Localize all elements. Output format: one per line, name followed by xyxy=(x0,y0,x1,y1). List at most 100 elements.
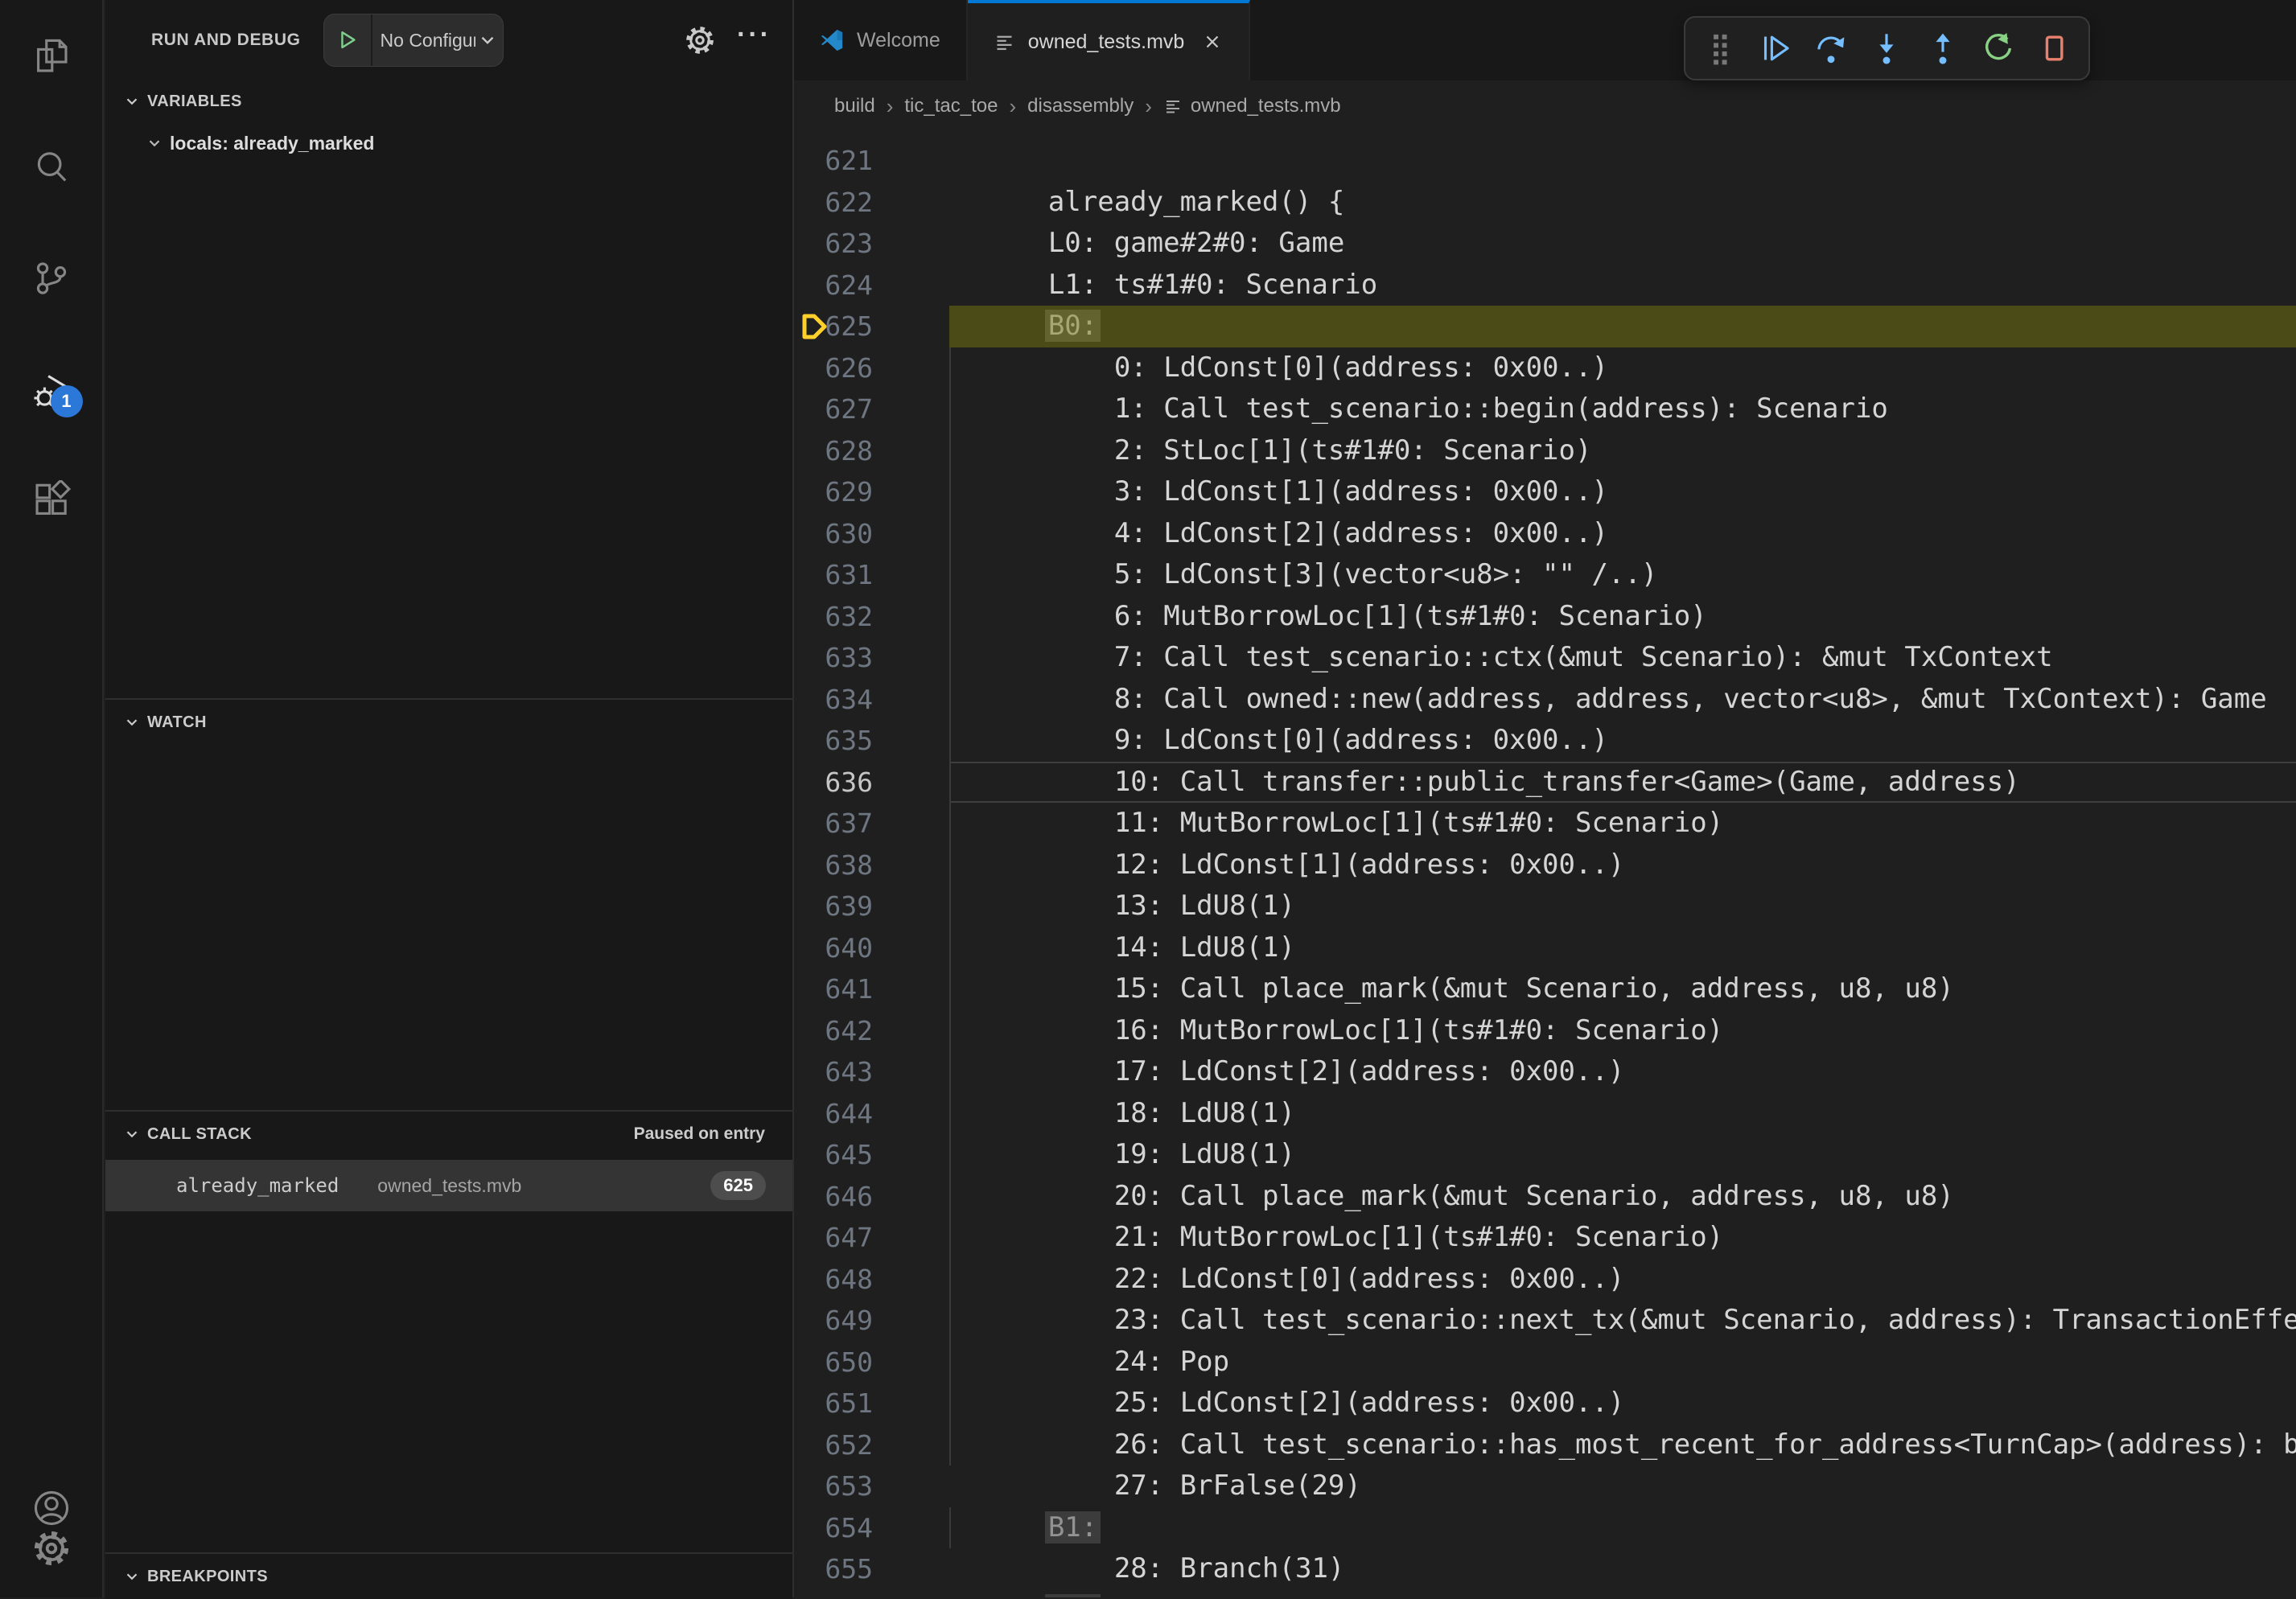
search-icon[interactable] xyxy=(31,147,72,187)
step-into-icon[interactable] xyxy=(1868,30,1905,67)
code-line[interactable]: 643 18: LdU8(1) xyxy=(794,1051,2296,1093)
code-line[interactable]: 632 7: Call test_scenario::ctx(&mut Scen… xyxy=(794,596,2296,638)
breakpoint-gutter[interactable]: 645 xyxy=(794,1134,949,1176)
step-out-icon[interactable] xyxy=(1924,30,1961,67)
restart-icon[interactable] xyxy=(1980,30,2017,67)
breakpoint-gutter[interactable]: 629 xyxy=(794,471,949,513)
code-line[interactable]: 650 25: LdConst[2](address: 0x00..) xyxy=(794,1342,2296,1383)
code-line[interactable]: 651 26: Call test_scenario::has_most_rec… xyxy=(794,1383,2296,1424)
accounts-icon[interactable] xyxy=(31,1488,72,1528)
code-line[interactable]: 629 4: LdConst[2](address: 0x00..) xyxy=(794,471,2296,513)
breakpoint-gutter[interactable]: 647 xyxy=(794,1217,949,1259)
breadcrumb-item[interactable]: tic_tac_toe xyxy=(904,95,998,117)
breakpoint-gutter[interactable]: 641 xyxy=(794,968,949,1010)
code-line[interactable]: 631 6: MutBorrowLoc[1](ts#1#0: Scenario) xyxy=(794,554,2296,596)
code-line[interactable]: 647 22: LdConst[0](address: 0x00..) xyxy=(794,1217,2296,1259)
toolbar-drag-handle-icon[interactable] xyxy=(1701,30,1738,67)
more-actions-icon[interactable]: ··· xyxy=(737,27,772,54)
code-line[interactable]: 624 B0: xyxy=(794,265,2296,306)
breakpoints-section-header[interactable]: BREAKPOINTS xyxy=(105,1554,792,1599)
locals-scope-row[interactable]: locals: already_marked xyxy=(105,122,792,164)
breakpoint-gutter[interactable]: 640 xyxy=(794,927,949,969)
code-line[interactable]: 633 8: Call owned::new(address, address,… xyxy=(794,637,2296,679)
code-line[interactable]: 625 0: LdConst[0](address: 0x00..) xyxy=(794,306,2296,347)
code-line[interactable]: 649 24: Pop xyxy=(794,1300,2296,1342)
breakpoint-gutter[interactable]: 650 xyxy=(794,1342,949,1383)
breakpoint-gutter[interactable]: 635 xyxy=(794,720,949,762)
code-line[interactable]: 642 17: LdConst[2](address: 0x00..) xyxy=(794,1010,2296,1052)
code-line[interactable]: 653 B1: xyxy=(794,1465,2296,1507)
code-line[interactable]: 630 5: LdConst[3](vector<u8>: "" /..) xyxy=(794,513,2296,555)
code-line[interactable]: 634 9: LdConst[0](address: 0x00..) xyxy=(794,679,2296,721)
continue-icon[interactable] xyxy=(1757,30,1794,67)
breakpoint-gutter[interactable]: 632 xyxy=(794,596,949,638)
breakpoint-gutter[interactable]: 638 xyxy=(794,845,949,886)
start-debug-icon[interactable] xyxy=(324,14,372,66)
breakpoint-gutter[interactable]: 652 xyxy=(794,1424,949,1466)
breadcrumb-item[interactable]: build xyxy=(834,95,875,117)
variables-section-header[interactable]: VARIABLES xyxy=(105,80,792,122)
code-line[interactable]: 622 L0: game#2#0: Game xyxy=(794,182,2296,224)
breakpoint-gutter[interactable]: 637 xyxy=(794,803,949,845)
settings-gear-icon[interactable] xyxy=(31,1528,72,1568)
debug-config-dropdown[interactable]: No Configura xyxy=(323,14,504,67)
code-line[interactable]: 639 14: LdU8(1) xyxy=(794,886,2296,927)
debug-settings-gear-icon[interactable] xyxy=(684,24,716,56)
breakpoint-gutter[interactable]: 642 xyxy=(794,1010,949,1052)
breakpoint-gutter[interactable]: 627 xyxy=(794,388,949,430)
watch-section-header[interactable]: WATCH xyxy=(105,700,792,745)
code-line[interactable]: 636 11: MutBorrowLoc[1](ts#1#0: Scenario… xyxy=(794,762,2296,804)
step-over-icon[interactable] xyxy=(1813,30,1850,67)
breakpoint-gutter[interactable]: 636 xyxy=(794,762,949,804)
code-line[interactable]: 640 15: Call place_mark(&mut Scenario, a… xyxy=(794,927,2296,969)
breadcrumb-item-file[interactable]: owned_tests.mvb xyxy=(1163,95,1341,117)
breakpoint-gutter[interactable]: 643 xyxy=(794,1051,949,1093)
breakpoint-gutter[interactable]: 630 xyxy=(794,513,949,555)
breakpoint-gutter[interactable]: 621 xyxy=(794,140,949,182)
breakpoint-gutter[interactable]: 624 xyxy=(794,265,949,306)
code-line[interactable]: 623 L1: ts#1#0: Scenario xyxy=(794,223,2296,265)
breakpoint-gutter[interactable]: 649 xyxy=(794,1300,949,1342)
tab-owned-tests[interactable]: owned_tests.mvb xyxy=(968,0,1251,80)
breakpoint-gutter[interactable]: 623 xyxy=(794,223,949,265)
breakpoint-gutter[interactable]: 654 xyxy=(794,1507,949,1549)
code-line[interactable]: 645 20: Call place_mark(&mut Scenario, a… xyxy=(794,1134,2296,1176)
call-stack-section-header[interactable]: CALL STACK Paused on entry xyxy=(105,1112,792,1157)
code-line[interactable]: 654 28: Branch(31) xyxy=(794,1507,2296,1549)
code-line[interactable]: 637 12: LdConst[1](address: 0x00..) xyxy=(794,803,2296,845)
breadcrumb-item[interactable]: disassembly xyxy=(1027,95,1134,117)
breakpoint-gutter[interactable]: 631 xyxy=(794,554,949,596)
code-line[interactable]: 626 1: Call test_scenario::begin(address… xyxy=(794,347,2296,389)
breakpoint-gutter[interactable]: 622 xyxy=(794,182,949,224)
code-line[interactable]: 621 already_marked() { xyxy=(794,140,2296,182)
code-line[interactable]: 641 16: MutBorrowLoc[1](ts#1#0: Scenario… xyxy=(794,968,2296,1010)
stop-icon[interactable] xyxy=(2035,30,2072,67)
breakpoint-gutter[interactable]: 633 xyxy=(794,637,949,679)
call-stack-frame-row[interactable]: already_marked owned_tests.mvb 625 xyxy=(105,1160,792,1211)
breakpoint-gutter[interactable]: 639 xyxy=(794,886,949,927)
code-line[interactable]: 628 3: LdConst[1](address: 0x00..) xyxy=(794,430,2296,472)
breakpoint-gutter[interactable]: 625 xyxy=(794,306,949,347)
code-line[interactable]: 644 19: LdU8(1) xyxy=(794,1093,2296,1135)
breakpoint-gutter[interactable]: 644 xyxy=(794,1093,949,1135)
run-and-debug-icon[interactable]: 1 xyxy=(31,369,72,409)
close-tab-icon[interactable] xyxy=(1202,31,1223,52)
code-line[interactable]: 655 B2: xyxy=(794,1548,2296,1590)
breakpoint-gutter[interactable]: 653 xyxy=(794,1465,949,1507)
code-line[interactable]: 627 2: StLoc[1](ts#1#0: Scenario) xyxy=(794,388,2296,430)
code-line[interactable]: 648 23: Call test_scenario::next_tx(&mut… xyxy=(794,1259,2296,1301)
code-line[interactable]: 652 27: BrFalse(29) xyxy=(794,1424,2296,1466)
breakpoint-gutter[interactable]: 628 xyxy=(794,430,949,472)
source-control-icon[interactable] xyxy=(31,258,72,298)
breakpoint-gutter[interactable]: 626 xyxy=(794,347,949,389)
extensions-icon[interactable] xyxy=(31,480,72,520)
explorer-icon[interactable] xyxy=(31,36,72,76)
breakpoint-gutter[interactable]: 651 xyxy=(794,1383,949,1424)
breakpoint-gutter[interactable]: 655 xyxy=(794,1548,949,1590)
breakpoint-gutter[interactable]: 648 xyxy=(794,1259,949,1301)
code-line[interactable]: 646 21: MutBorrowLoc[1](ts#1#0: Scenario… xyxy=(794,1176,2296,1218)
code-line[interactable]: 635 10: Call transfer::public_transfer<G… xyxy=(794,720,2296,762)
tab-welcome[interactable]: Welcome xyxy=(794,0,968,80)
breakpoint-gutter[interactable]: 634 xyxy=(794,679,949,721)
code-line[interactable]: 638 13: LdU8(1) xyxy=(794,845,2296,886)
